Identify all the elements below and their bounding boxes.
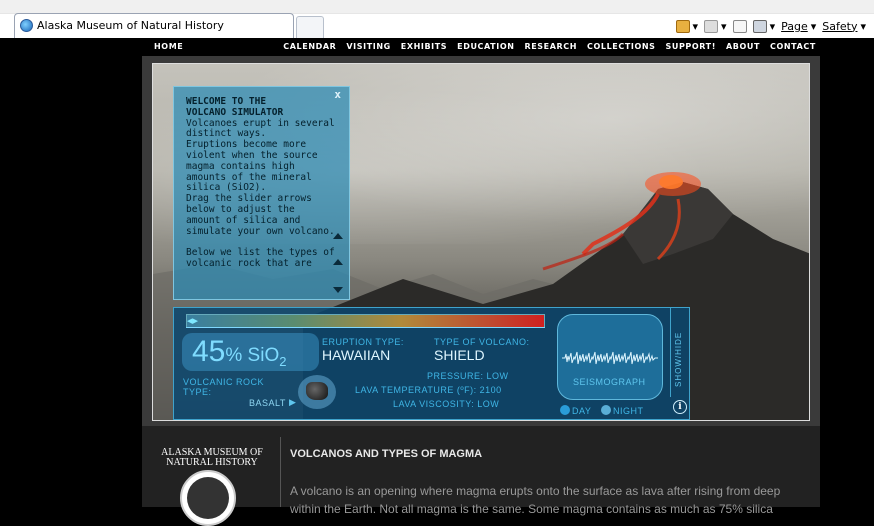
welcome-line: simulate your own volcano.	[186, 225, 335, 237]
nav-research[interactable]: RESEARCH	[524, 42, 577, 56]
silica-slider-track[interactable]	[186, 314, 545, 328]
scroll-up-icon[interactable]	[333, 233, 343, 239]
section-paragraph: A volcano is an opening where magma erup…	[290, 482, 810, 518]
page-menu[interactable]: Page ▾	[781, 20, 816, 33]
scroll-down-icon[interactable]	[333, 287, 343, 293]
section-heading: VOLCANOS AND TYPES OF MAGMA	[290, 448, 483, 460]
browser-chrome: Alaska Museum of Natural History ▾ ▾ ▾ P…	[0, 0, 874, 38]
ie-favicon-icon	[20, 19, 33, 32]
show-hide-toggle[interactable]: SHOW/HIDE	[670, 307, 690, 397]
nav-home[interactable]: HOME	[154, 42, 183, 56]
nav-contact[interactable]: CONTACT	[770, 42, 816, 56]
day-label: DAY	[572, 406, 592, 416]
museum-logo-text: ALASKA MUSEUM OF NATURAL HISTORY	[157, 448, 267, 468]
new-tab-button[interactable]	[296, 16, 324, 38]
nav-exhibits[interactable]: EXHIBITS	[401, 42, 447, 56]
paragraph-line-1: A volcano is an opening where magma erup…	[290, 484, 781, 498]
nav-collections[interactable]: COLLECTIONS	[587, 42, 656, 56]
silica-slider-handle[interactable]: ◂▸	[187, 315, 205, 327]
silica-slider-line	[186, 327, 545, 328]
paragraph-line-2: within the Earth. Not all magma is the s…	[290, 502, 773, 516]
seismograph-label: SEISMOGRAPH	[573, 377, 646, 387]
nav-education[interactable]: EDUCATION	[457, 42, 514, 56]
logo-emblem	[187, 477, 229, 519]
title-bar	[0, 0, 874, 14]
print-button[interactable]: ▾	[752, 19, 775, 33]
site-nav: HOME CALENDAR VISITING EXHIBITS EDUCATIO…	[150, 40, 820, 56]
nav-calendar[interactable]: CALENDAR	[283, 42, 336, 56]
command-bar: ▾ ▾ ▾ Page ▾ Safety ▾	[675, 14, 874, 38]
read-mail-icon	[732, 19, 747, 33]
volcano-type-label: TYPE OF VOLCANO:	[434, 337, 530, 347]
show-hide-label: SHOW/HIDE	[674, 331, 683, 387]
night-label: NIGHT	[613, 406, 644, 416]
silica-subscript: 2	[279, 353, 287, 369]
safety-menu[interactable]: Safety ▾	[822, 20, 866, 33]
print-icon	[752, 19, 767, 33]
read-mail-button[interactable]	[732, 19, 747, 33]
basalt-rock-icon	[306, 382, 328, 400]
rock-type-label-2: TYPE:	[183, 387, 212, 397]
nav-about[interactable]: ABOUT	[726, 42, 760, 56]
scroll-up-icon[interactable]	[333, 259, 343, 265]
day-radio[interactable]	[560, 405, 570, 415]
page-menu-label: Page	[781, 19, 808, 33]
rock-type-label-1: VOLCANIC ROCK	[183, 377, 265, 387]
lava-viscosity-readout: LAVA VISCOSITY: LOW	[393, 399, 500, 409]
eruption-type-label: ERUPTION TYPE:	[322, 337, 404, 347]
eruption-type-value: HAWAIIAN	[322, 347, 391, 363]
welcome-title-2: VOLCANO SIMULATOR	[186, 106, 284, 118]
rss-feeds-icon	[704, 19, 719, 33]
night-radio[interactable]	[601, 405, 611, 415]
close-icon[interactable]: x	[334, 89, 341, 101]
feeds-button[interactable]: ▾	[704, 19, 727, 33]
pressure-readout: PRESSURE: LOW	[427, 371, 509, 381]
play-arrow-icon[interactable]: ▶	[289, 397, 296, 408]
silica-unit: % SiO	[225, 345, 280, 366]
info-icon[interactable]: i	[673, 400, 687, 414]
silica-number: 45	[192, 335, 226, 368]
seismograph-wave	[562, 351, 658, 365]
volcano-type-value: SHIELD	[434, 347, 485, 363]
rock-type-value: BASALT	[249, 398, 286, 408]
welcome-panel: x WELCOME TO THE VOLCANO SIMULATOR Volca…	[173, 86, 350, 300]
welcome-line: amount of silica and	[186, 214, 301, 226]
logo-line-2: NATURAL HISTORY	[166, 457, 258, 468]
content-divider	[280, 437, 281, 507]
browser-tab[interactable]: Alaska Museum of Natural History	[14, 13, 294, 38]
home-button[interactable]: ▾	[675, 19, 698, 33]
welcome-line: magma contains high	[186, 160, 295, 172]
safety-menu-label: Safety	[822, 19, 858, 33]
nav-support[interactable]: SUPPORT!	[666, 42, 717, 56]
home-icon	[675, 19, 690, 33]
nav-visiting[interactable]: VISITING	[346, 42, 390, 56]
welcome-line: volcanic rock that are	[186, 257, 312, 269]
silica-readout: 45% SiO2	[182, 333, 319, 371]
tab-title: Alaska Museum of Natural History	[37, 19, 224, 32]
lava-temperature-readout: LAVA TEMPERATURE (ºF): 2100	[355, 385, 502, 395]
